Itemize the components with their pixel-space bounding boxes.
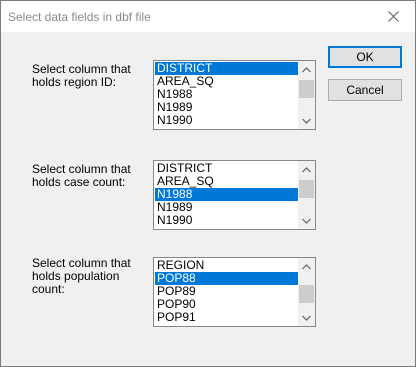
dialog-window: Select data fields in dbf file OK Cancel… [0,0,416,367]
case-count-items: DISTRICT AREA_SQ N1988 N1989 N1990 [155,162,299,227]
population-count-listbox[interactable]: REGION POP88 POP89 POP90 POP91 [153,257,316,327]
title-bar: Select data fields in dbf file [1,1,415,32]
scroll-up-icon[interactable] [298,61,315,78]
case-count-label: Select column that holds case count: [32,162,131,189]
scroll-thumb[interactable] [299,80,314,98]
cancel-button[interactable]: Cancel [328,79,402,101]
region-id-scrollbar[interactable] [298,61,315,129]
region-id-listbox[interactable]: DISTRICT AREA_SQ N1988 N1989 N1990 [153,60,316,130]
scroll-down-icon[interactable] [298,309,315,326]
list-item[interactable]: POP91 [155,311,299,324]
list-item[interactable]: N1990 [155,214,299,227]
ok-button[interactable]: OK [328,46,402,68]
scroll-thumb[interactable] [299,285,314,303]
list-item[interactable]: N1990 [155,114,299,127]
scroll-down-icon[interactable] [298,212,315,229]
scroll-down-icon[interactable] [298,112,315,129]
scroll-up-icon[interactable] [298,258,315,275]
case-count-scrollbar[interactable] [298,161,315,229]
dialog-title: Select data fields in dbf file [8,10,151,24]
population-count-label: Select column that holds population coun… [32,256,131,296]
region-id-items: DISTRICT AREA_SQ N1988 N1989 N1990 [155,62,299,127]
region-id-label: Select column that holds region ID: [32,62,131,89]
case-count-listbox[interactable]: DISTRICT AREA_SQ N1988 N1989 N1990 [153,160,316,230]
population-count-items: REGION POP88 POP89 POP90 POP91 [155,259,299,324]
scroll-up-icon[interactable] [298,161,315,178]
close-button[interactable] [371,1,415,32]
scroll-thumb[interactable] [299,180,314,198]
population-count-scrollbar[interactable] [298,258,315,326]
close-icon [387,11,399,22]
